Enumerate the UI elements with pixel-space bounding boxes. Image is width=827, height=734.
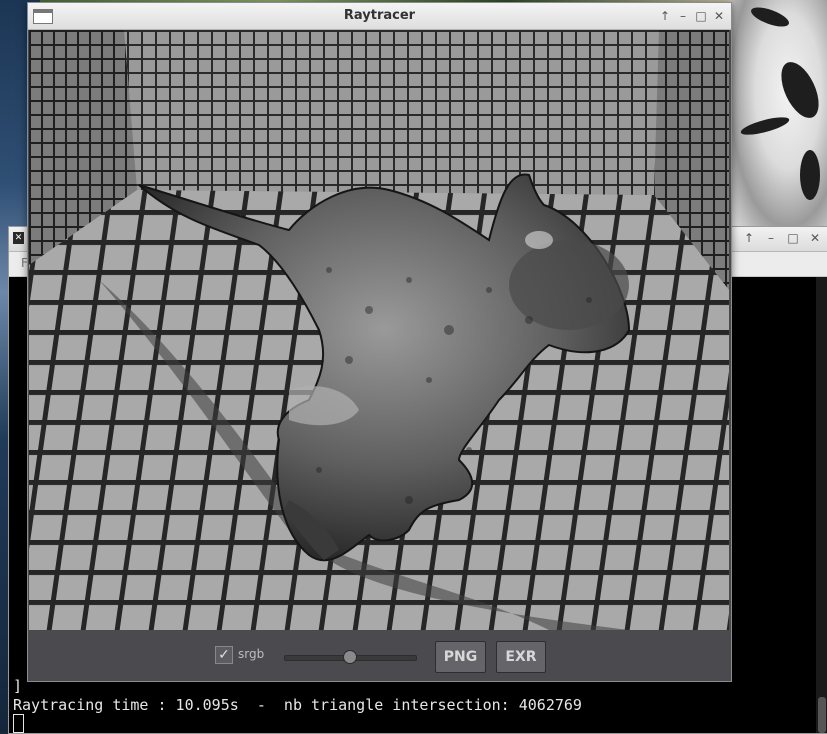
rendered-scene bbox=[29, 30, 729, 630]
window-title: Raytracer bbox=[343, 8, 416, 23]
close-icon[interactable]: ✕ bbox=[712, 8, 726, 24]
check-icon: ✓ bbox=[218, 647, 230, 663]
terminal-close-icon[interactable]: ✕ bbox=[808, 230, 822, 246]
raytracer-titlebar[interactable]: Raytracer ↑ – □ ✕ bbox=[28, 3, 731, 30]
terminal-restore-icon[interactable]: □ bbox=[786, 230, 800, 246]
maximize-up-icon[interactable]: ↑ bbox=[658, 8, 672, 24]
render-view[interactable] bbox=[29, 30, 729, 630]
save-exr-button[interactable]: EXR bbox=[496, 641, 546, 673]
restore-icon[interactable]: □ bbox=[694, 8, 708, 24]
terminal-menu-icon[interactable]: ✕ bbox=[13, 232, 24, 244]
terminal-cursor bbox=[13, 714, 24, 733]
srgb-label: srgb bbox=[238, 647, 265, 661]
exposure-slider-knob[interactable] bbox=[343, 650, 357, 664]
save-png-button[interactable]: PNG bbox=[435, 641, 486, 673]
terminal-line-bracket: ] bbox=[13, 677, 23, 695]
wallpaper-right bbox=[730, 0, 827, 228]
terminal-line-result: Raytracing time : 10.095s - nb triangle … bbox=[13, 696, 582, 714]
srgb-checkbox[interactable]: ✓ bbox=[215, 646, 233, 664]
terminal-minimize-icon[interactable]: – bbox=[764, 230, 778, 246]
control-bar: ✓ srgb PNG EXR bbox=[28, 631, 731, 681]
minimize-icon[interactable]: – bbox=[676, 8, 690, 24]
terminal-up-icon[interactable]: ↑ bbox=[742, 230, 756, 246]
terminal-scrollbar[interactable] bbox=[816, 277, 827, 733]
raytracer-window: Raytracer ↑ – □ ✕ ✓ srgb PNG EXR bbox=[27, 2, 732, 682]
